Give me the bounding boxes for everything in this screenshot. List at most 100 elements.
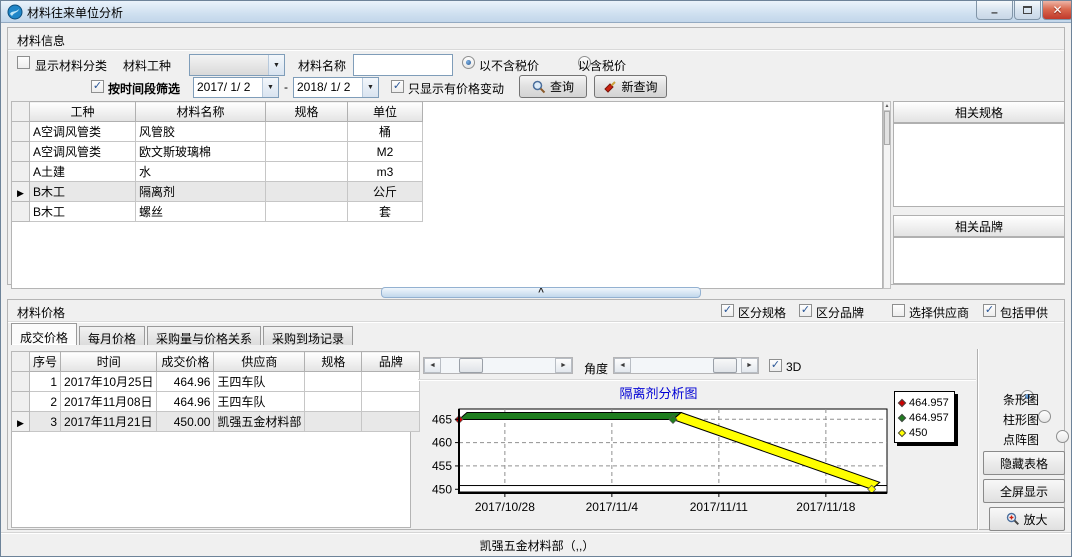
date-from-value: 2017/ 1/ 2 [194,78,262,97]
scroll-left-icon[interactable]: ◄ [614,358,631,373]
related-brand-list[interactable] [893,237,1065,284]
chart-hscrollbar[interactable]: ◄ ► [423,357,573,374]
show-category-checkbox[interactable] [17,56,30,69]
related-spec-list[interactable] [893,123,1065,207]
search-icon [532,80,546,94]
only-price-change-checkbox[interactable]: ✓ [391,80,404,93]
svg-text:450: 450 [432,482,452,496]
time-filter-checkbox[interactable]: ✓ [91,80,104,93]
include-owner-supplied-checkbox[interactable]: ✓ [983,304,996,317]
zoom-in-button[interactable]: 放大 [989,507,1065,531]
panel-splitter-handle[interactable]: ^ [381,287,701,298]
date-to-value: 2018/ 1/ 2 [294,78,362,97]
threed-label: 3D [786,360,801,374]
new-query-icon [603,80,617,94]
tab-arrival-record[interactable]: 采购到场记录 [263,326,353,345]
status-bar: 凯强五金材料部（,,） [1,532,1072,557]
close-icon: ✕ [1052,3,1062,17]
scroll-right-icon[interactable]: ► [555,358,572,373]
column-header[interactable]: 供应商 [214,352,305,372]
tab-deal-price[interactable]: 成交价格 [11,323,77,345]
column-header[interactable]: 规格 [266,102,348,122]
tab-qty-price-relation[interactable]: 采购量与价格关系 [147,326,261,345]
window-titlebar: 材料往来单位分析 – ✕ [1,1,1072,23]
dropdown-button[interactable]: ▼ [362,78,378,97]
distinguish-spec-label: 区分规格 [738,304,786,321]
chevron-down-icon: ▼ [273,62,280,69]
related-brand-header[interactable]: 相关品牌 [893,215,1065,237]
close-button[interactable]: ✕ [1042,1,1072,20]
table-row[interactable]: B木工 螺丝 套 [12,202,423,222]
table-row[interactable]: A空调风管类 风管胶 桶 [12,122,423,142]
table-row[interactable]: A土建 水 m3 [12,162,423,182]
fullscreen-button[interactable]: 全屏显示 [983,479,1065,503]
scroll-left-icon[interactable]: ◄ [424,358,441,373]
table-row-selected[interactable]: ▶ B木工 隔离剂 公斤 [12,182,423,202]
scrollbar-thumb[interactable] [459,358,483,373]
new-query-button-label: 新查询 [621,78,657,95]
material-table-scrollbar[interactable]: ▲ [883,101,891,289]
query-button-label: 查询 [550,78,574,95]
table-row[interactable]: 1 2017年10月25日 464.96 王四车队 [12,372,420,392]
scrollbar-thumb[interactable] [713,358,737,373]
table-row[interactable]: A空调风管类 欧文斯玻璃棉 M2 [12,142,423,162]
hide-table-button[interactable]: 隐藏表格 [983,451,1065,475]
table-row-selected[interactable]: ▶ 3 2017年11月21日 450.00 凯强五金材料部 [12,412,420,432]
date-to-select[interactable]: 2018/ 1/ 2 ▼ [293,77,379,98]
row-marker-icon: ▶ [17,418,24,428]
window-title: 材料往来单位分析 [27,4,123,21]
material-price-title: 材料价格 [17,304,65,321]
chevron-down-icon: ▼ [367,84,374,91]
column-header[interactable]: 序号 [30,352,61,372]
distinguish-brand-checkbox[interactable]: ✓ [799,304,812,317]
threed-checkbox[interactable]: ✓ [769,359,782,372]
scrollbar-thumb[interactable] [884,111,890,145]
dropdown-button[interactable]: ▼ [262,78,278,97]
table-header-row: 序号 时间 成交价格 供应商 规格 品牌 [12,352,420,372]
maximize-icon [1023,6,1032,14]
scroll-up-icon[interactable]: ▲ [884,102,890,111]
column-header[interactable]: 成交价格 [157,352,214,372]
work-type-select[interactable]: ▼ [189,54,285,76]
maximize-button[interactable] [1014,1,1041,20]
chart-type-dot-label: 点阵图 [1003,431,1039,448]
no-tax-radio[interactable] [462,56,475,69]
svg-text:2017/11/4: 2017/11/4 [586,500,639,514]
column-header[interactable]: 单位 [348,102,423,122]
scroll-right-icon[interactable]: ► [741,358,758,373]
new-query-button[interactable]: 新查询 [594,75,667,98]
minimize-button[interactable]: – [976,1,1013,20]
tab-monthly-price[interactable]: 每月价格 [79,326,145,345]
price-table: 序号 时间 成交价格 供应商 规格 品牌 1 2017年10月25日 464.9… [11,351,420,432]
chart-type-dot-radio[interactable] [1056,430,1069,443]
column-header[interactable]: 规格 [305,352,362,372]
selector-header [12,352,30,372]
divider [977,349,978,530]
column-header[interactable]: 材料名称 [136,102,266,122]
choose-supplier-checkbox[interactable] [892,304,905,317]
divider [418,379,976,380]
chart-type-bar-label: 条形图 [1003,391,1039,408]
zoom-in-icon [1006,512,1020,526]
related-spec-header[interactable]: 相关规格 [893,101,1065,123]
price-tabs: 成交价格 每月价格 采购量与价格关系 采购到场记录 [11,323,355,345]
row-marker-icon: ▶ [17,188,24,198]
query-button[interactable]: 查询 [519,75,587,98]
divider [8,49,1064,50]
divider [8,321,1064,322]
column-header[interactable]: 时间 [61,352,157,372]
material-name-input[interactable] [353,54,453,76]
column-header[interactable]: 品牌 [362,352,420,372]
legend-marker-icon [898,413,906,421]
svg-text:460: 460 [432,436,452,450]
angle-scrollbar[interactable]: ◄ ► [613,357,759,374]
table-row[interactable]: 2 2017年11月08日 464.96 王四车队 [12,392,420,412]
dropdown-button[interactable]: ▼ [268,55,284,75]
date-from-select[interactable]: 2017/ 1/ 2 ▼ [193,77,279,98]
legend-marker-icon [898,398,906,406]
collapse-icon: ^ [538,290,544,296]
column-header[interactable]: 工种 [30,102,136,122]
svg-text:2017/11/11: 2017/11/11 [690,500,749,514]
legend-marker-icon [898,428,906,436]
distinguish-spec-checkbox[interactable]: ✓ [721,304,734,317]
